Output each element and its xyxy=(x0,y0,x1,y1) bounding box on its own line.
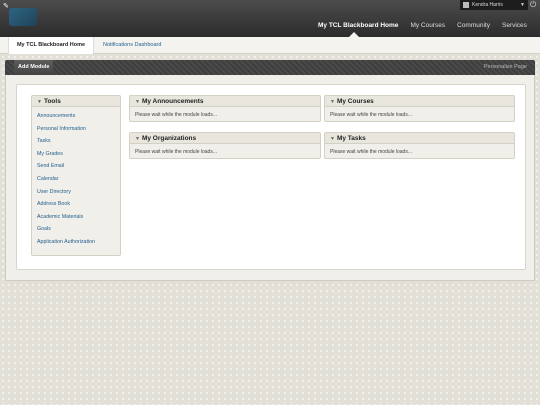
module-title: My Tasks xyxy=(336,135,366,142)
tab-my-courses[interactable]: My Courses xyxy=(404,20,451,32)
triangle-down-icon: ▼ xyxy=(135,99,140,105)
subtab-home[interactable]: My TCL Blackboard Home xyxy=(8,37,94,54)
user-menu[interactable]: Kendra Harris ▼ xyxy=(460,0,528,10)
tools-title: Tools xyxy=(43,98,61,105)
announcements-module-header[interactable]: ▼ My Announcements xyxy=(130,96,320,107)
module-title: My Announcements xyxy=(141,98,204,105)
courses-module-header[interactable]: ▼ My Courses xyxy=(325,96,514,107)
global-header: ✎ Kendra Harris ▼ ⏻ My TCL Blackboard Ho… xyxy=(0,0,540,37)
triangle-down-icon: ▼ xyxy=(330,136,335,142)
logo-icon: ✎ xyxy=(3,3,9,10)
tab-community[interactable]: Community xyxy=(451,20,496,32)
institution-logo[interactable]: ✎ xyxy=(3,2,37,28)
module-loading-text: Please wait while the module loads... xyxy=(135,112,217,118)
module-loading-text: Please wait while the module loads... xyxy=(330,112,412,118)
tool-link[interactable]: Personal Information xyxy=(37,123,120,136)
tcl-logo-icon xyxy=(9,8,37,26)
personalize-page-button[interactable]: Personalize Page xyxy=(484,60,527,75)
tool-link[interactable]: User Directory xyxy=(37,186,120,199)
tools-module: ▼ Tools Announcements Personal Informatio… xyxy=(31,95,121,256)
triangle-down-icon: ▼ xyxy=(37,99,42,105)
user-name: Kendra Harris xyxy=(472,2,503,8)
top-navigation: My TCL Blackboard Home My Courses Commun… xyxy=(312,20,533,32)
module-loading-text: Please wait while the module loads... xyxy=(135,149,217,155)
module-title: My Courses xyxy=(336,98,374,105)
user-avatar-icon xyxy=(463,2,469,8)
module-container: ▼ Tools Announcements Personal Informatio… xyxy=(16,84,526,270)
tool-link[interactable]: My Grades xyxy=(37,148,120,161)
module-loading-text: Please wait while the module loads... xyxy=(330,149,412,155)
tool-link[interactable]: Goals xyxy=(37,223,120,236)
triangle-down-icon: ▼ xyxy=(330,99,335,105)
subtab-notifications-dashboard[interactable]: Notifications Dashboard xyxy=(103,37,161,54)
tasks-module-header[interactable]: ▼ My Tasks xyxy=(325,133,514,144)
tool-link[interactable]: Send Email xyxy=(37,160,120,173)
tab-my-tcl-blackboard-home[interactable]: My TCL Blackboard Home xyxy=(312,20,404,32)
triangle-down-icon: ▼ xyxy=(135,136,140,142)
tab-services[interactable]: Services xyxy=(496,20,533,32)
tools-list: Announcements Personal Information Tasks… xyxy=(32,107,120,249)
tool-link[interactable]: Address Book xyxy=(37,198,120,211)
power-icon[interactable]: ⏻ xyxy=(530,1,536,9)
tools-module-header[interactable]: ▼ Tools xyxy=(32,96,120,107)
courses-module: ▼ My Courses Please wait while the module… xyxy=(324,95,515,122)
tool-link[interactable]: Application Authorization xyxy=(37,236,120,249)
content-area: ▼ Tools Announcements Personal Informatio… xyxy=(5,75,535,281)
tool-link[interactable]: Academic Materials xyxy=(37,211,120,224)
announcements-module: ▼ My Announcements Please wait while the … xyxy=(129,95,321,122)
organizations-module: ▼ My Organizations Please wait while the … xyxy=(129,132,321,159)
tool-link[interactable]: Tasks xyxy=(37,135,120,148)
tasks-module: ▼ My Tasks Please wait while the module l… xyxy=(324,132,515,159)
module-title: My Organizations xyxy=(141,135,197,142)
add-module-button[interactable]: Add Module xyxy=(14,60,54,75)
tool-link[interactable]: Calendar xyxy=(37,173,120,186)
sub-tabs: My TCL Blackboard Home Notifications Das… xyxy=(0,37,540,54)
organizations-module-header[interactable]: ▼ My Organizations xyxy=(130,133,320,144)
action-bar: Add Module Personalize Page xyxy=(5,60,535,75)
caret-down-icon: ▼ xyxy=(520,2,525,8)
tool-link[interactable]: Announcements xyxy=(37,110,120,123)
